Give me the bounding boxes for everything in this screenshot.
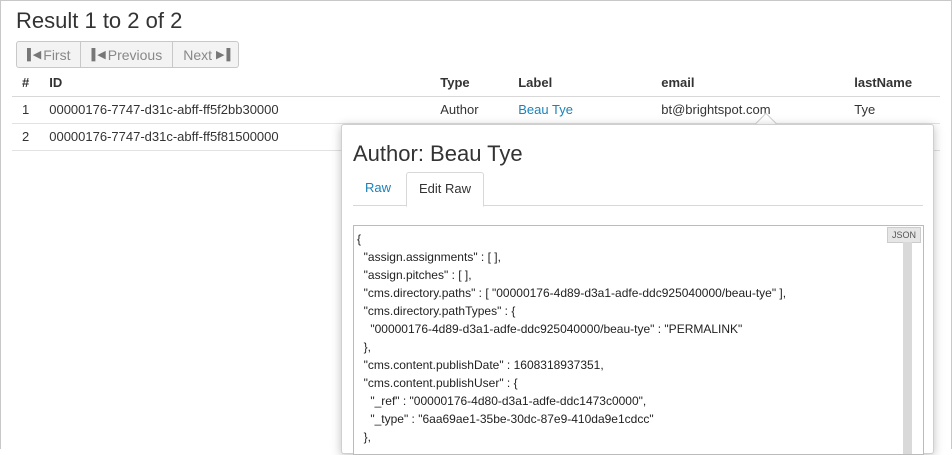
code-line: }, (357, 430, 372, 444)
next-icon: ▶▐ (216, 49, 230, 61)
tab-raw[interactable]: Raw (353, 172, 403, 206)
first-button[interactable]: ▌◀ First (17, 42, 82, 67)
tab-edit-raw[interactable]: Edit Raw (406, 172, 485, 207)
row-id: 00000176-7747-d31c-abff-ff5f2bb30000 (39, 96, 431, 124)
column-header-number: # (12, 69, 40, 97)
next-label: Next (183, 46, 213, 63)
result-title: Result 1 to 2 of 2 (16, 8, 183, 33)
previous-button[interactable]: ▌◀ Previous (81, 42, 174, 67)
row-number: 1 (12, 96, 40, 124)
code-line: "00000176-4d89-d3a1-adfe-ddc925040000/be… (357, 322, 743, 336)
pagination: ▌◀ First ▌◀ Previous Next ▶▐ (16, 41, 240, 68)
record-popup: Author: Beau Tye Raw Edit Raw { "assign.… (341, 124, 934, 455)
code-line: "cms.directory.paths" : [ "00000176-4d89… (357, 286, 787, 300)
json-code[interactable]: { "assign.assignments" : [ ], "assign.pi… (357, 230, 786, 446)
code-line: "assign.assignments" : [ ], (357, 250, 501, 264)
first-label: First (43, 46, 71, 63)
row-label: Beau Tye (508, 96, 652, 124)
code-line: "_type" : "6aa69ae1-35be-30dc-87e9-410da… (357, 412, 654, 426)
code-line: }, (357, 340, 372, 354)
code-line: "cms.content.publishDate" : 160831893735… (357, 358, 604, 372)
row-type: Author (430, 96, 509, 124)
column-header-label: Label (508, 69, 652, 97)
column-header-lastname: lastName (844, 69, 940, 97)
table-row[interactable]: 1 00000176-7747-d31c-abff-ff5f2bb30000 A… (12, 96, 940, 124)
previous-icon: ▌◀ (91, 49, 105, 61)
skip-first-icon: ▌◀ (27, 49, 41, 61)
json-editor[interactable]: { "assign.assignments" : [ ], "assign.pi… (353, 225, 924, 455)
column-header-id: ID (39, 69, 431, 97)
popup-tabs: Raw Edit Raw (353, 172, 923, 207)
popup-title: Author: Beau Tye (353, 141, 523, 166)
row-lastname: Tye (844, 96, 940, 124)
code-line: "_ref" : "00000176-4d80-d3a1-adfe-ddc147… (357, 394, 647, 408)
table-header-row: # ID Type Label email lastName (12, 69, 940, 97)
column-header-type: Type (430, 69, 509, 97)
code-line: { (357, 232, 362, 246)
previous-label: Previous (107, 46, 163, 63)
editor-scrollbar[interactable] (903, 242, 912, 454)
row-label-link[interactable]: Beau Tye (518, 102, 573, 117)
row-email: bt@brightspot.com (651, 96, 845, 124)
code-line: "assign.pitches" : [ ], (357, 268, 472, 282)
code-line: "cms.content.publishUser" : { (357, 376, 518, 390)
json-mode-badge: JSON (886, 227, 921, 243)
next-button[interactable]: Next ▶▐ (173, 42, 238, 67)
row-number: 2 (12, 123, 40, 151)
code-line: "cms.directory.pathTypes" : { (357, 304, 516, 318)
column-header-email: email (651, 69, 845, 97)
